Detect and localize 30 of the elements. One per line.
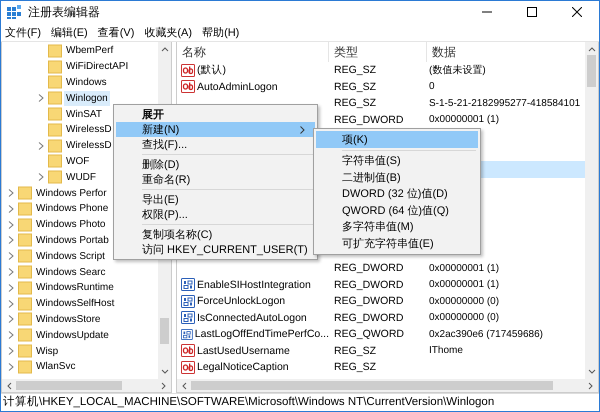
value-type: REG_DWORD: [334, 262, 404, 274]
value-type: REG_SZ: [334, 361, 376, 374]
value-data: 0x00000001 (1): [429, 114, 500, 126]
value-name: LegalNoticeCaption: [197, 361, 289, 374]
value-type: REG_DWORD: [334, 312, 404, 324]
value-name: EnableSIHostIntegration: [197, 278, 311, 291]
value-data: 0x00000001 (1): [429, 279, 500, 290]
value-type: REG_SZ: [334, 97, 376, 110]
value-data: 0x2ac390e6 (717459686): [429, 328, 543, 340]
value-data: S-1-5-21-2182995277-418584101: [429, 98, 580, 109]
value-type: REG_SZ: [334, 344, 376, 357]
value-data: (数值未设置): [429, 65, 486, 76]
value-data: 0x00000000 (0): [429, 296, 500, 307]
value-type: REG_DWORD: [334, 278, 404, 291]
value-name: IsConnectedAutoLogon: [197, 312, 307, 324]
window-title: 注册表编辑器: [28, 4, 100, 20]
value-name: AutoAdminLogon: [197, 80, 278, 93]
value-type: REG_DWORD: [334, 114, 404, 126]
value-name: (默认): [197, 63, 226, 78]
value-type: REG_QWORD: [334, 328, 404, 340]
value-data: 0x00000000 (0): [429, 312, 500, 324]
value-data: IThome: [429, 345, 463, 356]
value-name: ForceUnlockLogon: [197, 295, 286, 308]
value-name: LastLogOffEndTimePerfCo...: [194, 328, 329, 340]
value-data: 0x00000001 (1): [429, 262, 500, 274]
value-type: REG_DWORD: [334, 295, 404, 308]
value-type: REG_SZ: [334, 80, 376, 93]
value-name: LastUsedUsername: [197, 344, 290, 357]
value-type: REG_SZ: [334, 64, 376, 76]
value-data: 0: [429, 81, 435, 92]
